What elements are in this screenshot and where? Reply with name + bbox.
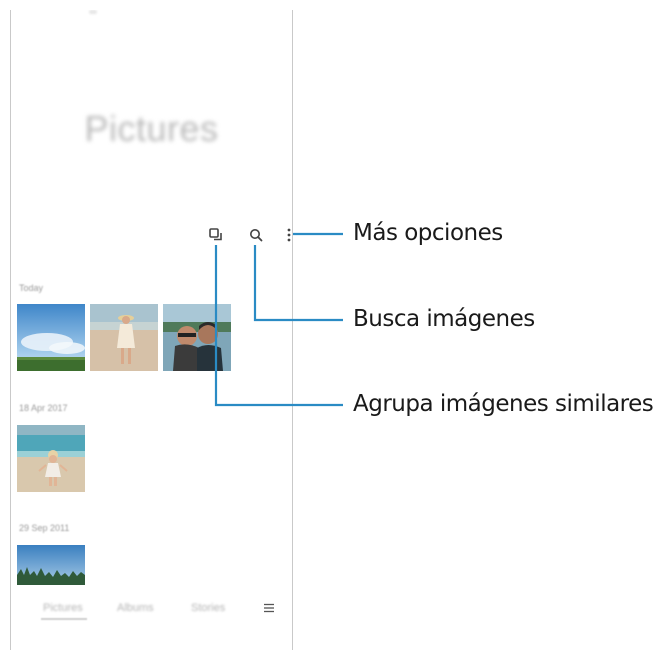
callout-line-group-similar [214,245,343,407]
callout-line-search [253,245,343,322]
callout-more-options: Más opciones [353,220,503,246]
callout-group-similar: Agrupa imágenes similares [353,391,654,417]
callout-lines [214,232,343,407]
callout-search: Busca imágenes [353,306,535,332]
